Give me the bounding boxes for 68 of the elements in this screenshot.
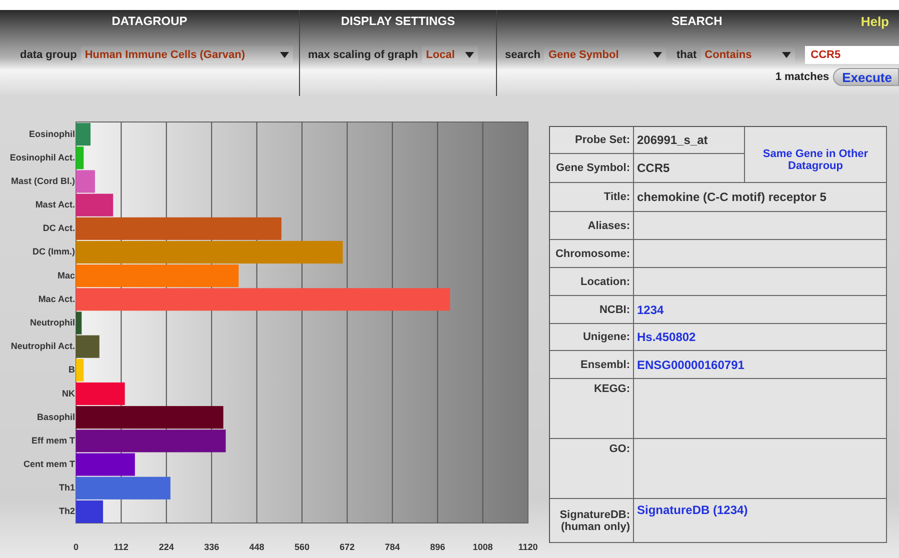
category-label: Eff mem T bbox=[31, 435, 75, 446]
tick-label: 224 bbox=[158, 542, 174, 552]
field-label: data group bbox=[20, 48, 77, 60]
category-label: Th2 bbox=[58, 506, 75, 516]
tick-label: 0 bbox=[74, 542, 78, 552]
field-label: search bbox=[505, 49, 540, 61]
caret-icon bbox=[465, 52, 474, 58]
tick-label: 112 bbox=[114, 542, 128, 552]
value-text: 206991_s_at bbox=[637, 133, 708, 147]
section-title: DATAGROUP bbox=[110, 13, 188, 30]
caret-icon bbox=[280, 52, 289, 58]
tick-label: 1008 bbox=[472, 542, 493, 552]
label-text: Unigene: bbox=[582, 331, 630, 343]
category-label: DC Act. bbox=[42, 223, 75, 234]
label-text: Gene Symbol: bbox=[556, 162, 630, 174]
section-title: SEARCH bbox=[670, 13, 724, 30]
field-label: that bbox=[676, 49, 697, 61]
datagroup-dropdown[interactable]: Human Immune Cells (Garvan) bbox=[80, 46, 293, 63]
value-link[interactable]: 1234 bbox=[637, 302, 664, 316]
scaling-dropdown[interactable]: Local bbox=[422, 46, 478, 63]
label-text: Aliases: bbox=[588, 220, 630, 232]
execute-button[interactable]: Execute bbox=[833, 68, 899, 86]
label-text: Chromosome: bbox=[555, 248, 630, 260]
tick-label: 336 bbox=[204, 542, 220, 552]
match-dropdown[interactable]: Contains bbox=[700, 46, 795, 64]
category-label: Eosinophil bbox=[29, 128, 75, 139]
value-text: CCR5 bbox=[637, 161, 670, 175]
match-count: 1 matches bbox=[775, 71, 830, 83]
category-label: Basophil bbox=[36, 412, 75, 422]
label-note: (human only) bbox=[560, 520, 630, 532]
tick-label: 672 bbox=[340, 542, 355, 552]
field-label: max scaling of graph bbox=[308, 48, 418, 60]
tick-label: 560 bbox=[294, 542, 310, 552]
category-label: B bbox=[68, 364, 75, 375]
search-input[interactable]: CCR5 bbox=[804, 46, 899, 64]
label-text: Location: bbox=[580, 276, 630, 288]
category-label: Neutrophil bbox=[30, 318, 75, 328]
value-link[interactable]: ENSG00000160791 bbox=[637, 358, 744, 372]
category-label: Th1 bbox=[58, 482, 75, 493]
category-label: NK bbox=[62, 388, 75, 398]
label-text: Title: bbox=[604, 191, 630, 203]
label-text: KEGG: bbox=[594, 383, 630, 395]
category-label: Mac bbox=[57, 270, 75, 280]
tick-label: 896 bbox=[430, 542, 446, 552]
label-text: SignatureDB: bbox=[560, 508, 630, 520]
same-gene-link[interactable]: Same Gene in Other Datagroup bbox=[748, 148, 883, 172]
caret-icon bbox=[782, 52, 791, 58]
category-label: Mast (Cord Bl.) bbox=[11, 176, 75, 186]
category-label: DC (Imm.) bbox=[32, 246, 75, 257]
section-title: DISPLAY SETTINGS bbox=[340, 13, 456, 30]
category-label: Cent mem T bbox=[23, 459, 75, 470]
caret-icon bbox=[653, 52, 662, 58]
value-text: chemokine (C-C motif) receptor 5 bbox=[637, 190, 826, 204]
label-text: GO: bbox=[609, 443, 630, 455]
label-text: Ensembl: bbox=[580, 358, 630, 370]
tick-label: 448 bbox=[249, 542, 264, 552]
value-link[interactable]: Hs.450802 bbox=[637, 330, 696, 344]
category-label: Eosinophil Act. bbox=[10, 152, 75, 162]
tick-label: 1120 bbox=[518, 542, 538, 552]
label-text: NCBI: bbox=[599, 304, 630, 316]
category-label: Neutrophil Act. bbox=[10, 341, 75, 352]
category-label: Mast Act. bbox=[35, 200, 75, 210]
tick-label: 784 bbox=[384, 542, 400, 552]
label-text: Probe Set: bbox=[574, 134, 630, 146]
category-label: Mac Act. bbox=[38, 294, 75, 304]
help-link[interactable]: Help bbox=[860, 14, 889, 28]
search-field-dropdown[interactable]: Gene Symbol bbox=[544, 46, 666, 64]
value-link[interactable]: SignatureDB (1234) bbox=[637, 503, 748, 517]
